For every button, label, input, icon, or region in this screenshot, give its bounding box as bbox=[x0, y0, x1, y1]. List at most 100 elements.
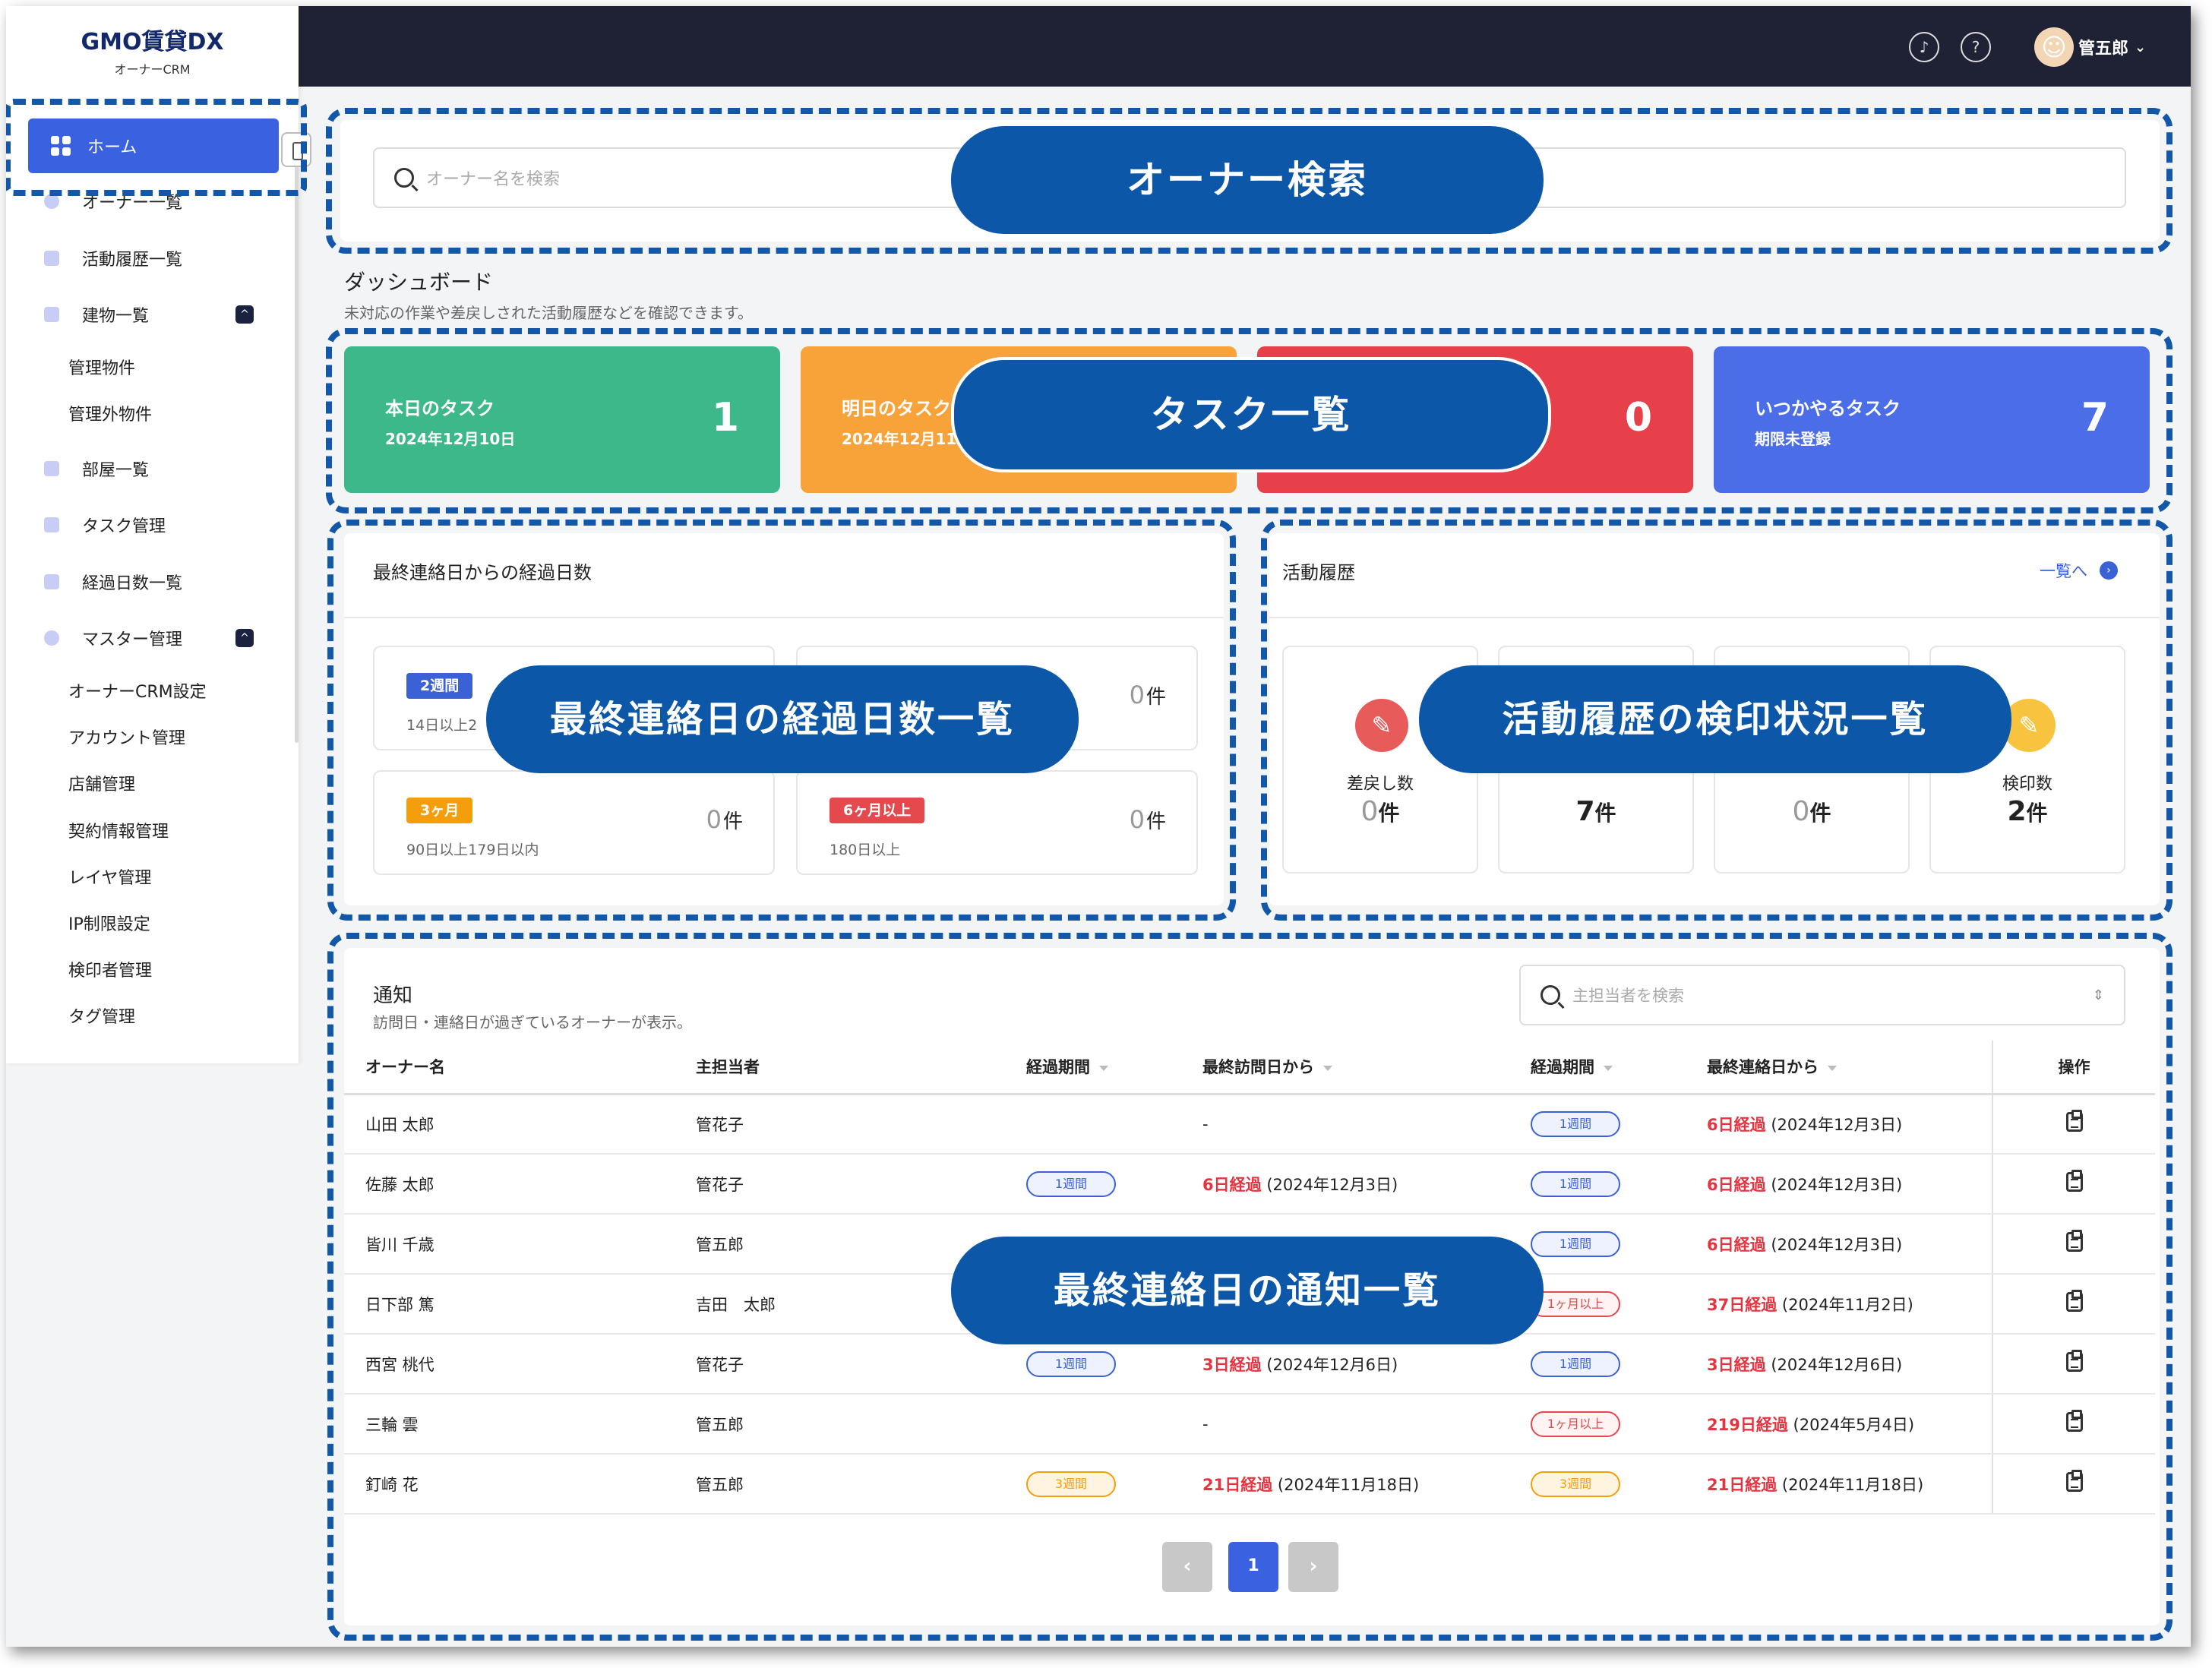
page-1-button[interactable]: 1 bbox=[1228, 1542, 1278, 1592]
clipboard-icon[interactable] bbox=[2065, 1110, 2083, 1133]
sidebar-item-buildings[interactable]: 建物一覧 bbox=[44, 299, 149, 330]
owner-cell[interactable]: 西宮 桃代 bbox=[344, 1334, 675, 1395]
visit-period-cell bbox=[1005, 1094, 1181, 1155]
owner-cell[interactable]: 山田 太郎 bbox=[344, 1094, 675, 1155]
user-menu[interactable]: ☺ 管五郎 ⌄ bbox=[2034, 24, 2146, 70]
task-card-someday[interactable]: いつかやるタスク 期限未登録 7 bbox=[1714, 346, 2150, 493]
sidebar-item-home[interactable]: ホーム bbox=[28, 118, 279, 173]
table-row: 佐藤 太郎 管花子 1週間 6日経過 (2024年12月3日) 1週間 6日経過 (202… bbox=[344, 1154, 2155, 1215]
clipboard-icon[interactable] bbox=[2065, 1350, 2083, 1372]
sidebar-item-master[interactable]: マスター管理 bbox=[44, 623, 182, 653]
search-icon bbox=[1540, 985, 1560, 1005]
building-icon bbox=[44, 307, 59, 322]
action-cell bbox=[1992, 1154, 2155, 1215]
action-cell bbox=[1992, 1394, 2155, 1455]
sidebar-item-crm-settings[interactable]: オーナーCRM設定 bbox=[68, 679, 207, 706]
dashboard-desc: 未対応の作業や差戻しされた活動履歴などを確認できます。 bbox=[344, 304, 753, 322]
task-card-today[interactable]: 本日のタスク 2024年12月10日 1 bbox=[344, 346, 780, 493]
notice-desc: 訪問日・連絡日が過ぎているオーナーが表示。 bbox=[373, 1013, 692, 1031]
owner-cell[interactable]: 三輪 雲 bbox=[344, 1394, 675, 1455]
sidebar-item-elapsed[interactable]: 経過日数一覧 bbox=[44, 567, 182, 597]
sidebar-item-rooms[interactable]: 部屋一覧 bbox=[44, 453, 149, 484]
user-icon bbox=[44, 194, 59, 209]
elapsed-count: 0件 bbox=[706, 805, 743, 834]
bell-icon[interactable]: ♪ bbox=[1909, 32, 1939, 62]
visit-date-cell: 21日経過 (2024年11月18日) bbox=[1181, 1454, 1509, 1515]
sidebar-item-accounts[interactable]: アカウント管理 bbox=[68, 725, 185, 753]
logo: GMO賃貸DX オーナーCRM bbox=[6, 6, 299, 88]
annotation-label-elapsed: 最終連絡日の経過日数一覧 bbox=[486, 665, 1079, 773]
owner-cell[interactable]: 佐藤 太郎 bbox=[344, 1154, 675, 1215]
column-owner: オーナー名 bbox=[344, 1041, 675, 1095]
contact-period-cell: 1週間 bbox=[1509, 1094, 1686, 1155]
column-visit-date[interactable]: 最終訪問日から bbox=[1181, 1041, 1509, 1095]
owner-cell[interactable]: 日下部 篤 bbox=[344, 1274, 675, 1335]
search-placeholder: オーナー名を検索 bbox=[426, 170, 561, 189]
contact-date-cell: 6日経過 (2024年12月3日) bbox=[1686, 1214, 1992, 1275]
clipboard-icon[interactable] bbox=[2065, 1170, 2083, 1192]
visit-period-cell bbox=[1005, 1394, 1181, 1455]
sidebar-item-managed[interactable]: 管理物件 bbox=[68, 355, 135, 383]
sidebar-item-ip[interactable]: IP制限設定 bbox=[68, 911, 150, 939]
clipboard-icon[interactable] bbox=[2065, 1230, 2083, 1252]
activity-label: 検印数 bbox=[2002, 775, 2052, 794]
sidebar-item-label: オーナー一覧 bbox=[82, 194, 183, 213]
chevron-up-icon[interactable]: ^ bbox=[235, 305, 254, 324]
elapsed-item-3months[interactable]: 3ヶ月 90日以上179日以内 0件 bbox=[373, 770, 775, 875]
activity-title: 活動履歴 bbox=[1282, 562, 1355, 583]
next-page-button[interactable]: › bbox=[1288, 1542, 1338, 1592]
sidebar-item-layers[interactable]: レイヤ管理 bbox=[68, 865, 151, 892]
sidebar-item-label: マスター管理 bbox=[82, 630, 183, 649]
elapsed-badge: 6ヶ月以上 bbox=[830, 798, 925, 823]
sort-icon bbox=[1604, 1065, 1613, 1071]
column-visit-period[interactable]: 経過期間 bbox=[1005, 1041, 1181, 1095]
sidebar-item-owners[interactable]: オーナー一覧 bbox=[44, 186, 182, 216]
help-icon[interactable]: ? bbox=[1961, 32, 1991, 62]
assignee-search-input[interactable]: 主担当者を検索 ⇕ bbox=[1519, 965, 2125, 1025]
clipboard-icon[interactable] bbox=[2065, 1470, 2083, 1492]
column-actions: 操作 bbox=[1992, 1041, 2155, 1095]
sidebar-item-tasks[interactable]: タスク管理 bbox=[44, 510, 166, 540]
sidebar-item-stores[interactable]: 店舗管理 bbox=[68, 772, 135, 799]
arrow-right-icon: › bbox=[2100, 561, 2118, 580]
notice-title: 通知 bbox=[373, 984, 413, 1007]
elapsed-item-6months[interactable]: 6ヶ月以上 180日以上 0件 bbox=[796, 770, 1198, 875]
table-header: オーナー名 主担当者 経過期間 最終訪問日から 経過期間 最終連絡日から 操作 bbox=[344, 1041, 2155, 1095]
prev-page-button[interactable]: ‹ bbox=[1162, 1542, 1212, 1592]
manager-cell: 管五郎 bbox=[675, 1454, 1005, 1515]
dashboard-title: ダッシュボード bbox=[344, 270, 494, 295]
elapsed-count: 0件 bbox=[1129, 805, 1166, 834]
document-icon bbox=[44, 251, 59, 266]
sidebar-item-contracts[interactable]: 契約情報管理 bbox=[68, 819, 169, 846]
task-icon bbox=[44, 517, 59, 532]
chevron-up-icon[interactable]: ^ bbox=[235, 629, 254, 647]
sidebar-item-activity[interactable]: 活動履歴一覧 bbox=[44, 243, 182, 273]
owner-cell[interactable]: 皆川 千歳 bbox=[344, 1214, 675, 1275]
sidebar-item-tags[interactable]: タグ管理 bbox=[68, 1004, 135, 1031]
contact-date-cell: 219日経過 (2024年5月4日) bbox=[1686, 1394, 1992, 1455]
owner-cell[interactable]: 釘崎 花 bbox=[344, 1454, 675, 1515]
period-tag: 1週間 bbox=[1531, 1351, 1620, 1377]
annotation-label-tasks: タスク一覧 bbox=[951, 357, 1551, 472]
sidebar-scrollbar[interactable] bbox=[295, 158, 299, 743]
elapsed-sub: 90日以上179日以内 bbox=[406, 842, 539, 858]
clipboard-icon[interactable] bbox=[2065, 1410, 2083, 1432]
assignee-placeholder: 主担当者を検索 bbox=[1572, 987, 1684, 1005]
period-tag: 3週間 bbox=[1531, 1471, 1620, 1497]
clipboard-icon[interactable] bbox=[2065, 1290, 2083, 1312]
sidebar-item-label: 建物一覧 bbox=[82, 307, 150, 326]
activity-list-link[interactable]: 一覧へ › bbox=[2040, 559, 2118, 582]
sidebar-item-label: タスク管理 bbox=[82, 517, 166, 536]
sidebar-item-unmanaged[interactable]: 管理外物件 bbox=[68, 402, 152, 429]
action-cell bbox=[1992, 1094, 2155, 1155]
column-contact-date[interactable]: 最終連絡日から bbox=[1686, 1041, 1992, 1095]
sort-icon bbox=[1323, 1065, 1332, 1071]
brand-name: GMO賃貸DX bbox=[81, 29, 224, 55]
contact-date-cell: 6日経過 (2024年12月3日) bbox=[1686, 1094, 1992, 1155]
column-contact-period[interactable]: 経過期間 bbox=[1509, 1041, 1686, 1095]
sidebar-collapse-button[interactable] bbox=[281, 132, 311, 167]
sidebar-item-inspectors[interactable]: 検印者管理 bbox=[68, 958, 152, 985]
task-count: 1 bbox=[711, 395, 739, 441]
period-tag: 1週間 bbox=[1531, 1110, 1620, 1137]
task-count: 7 bbox=[2081, 395, 2109, 441]
